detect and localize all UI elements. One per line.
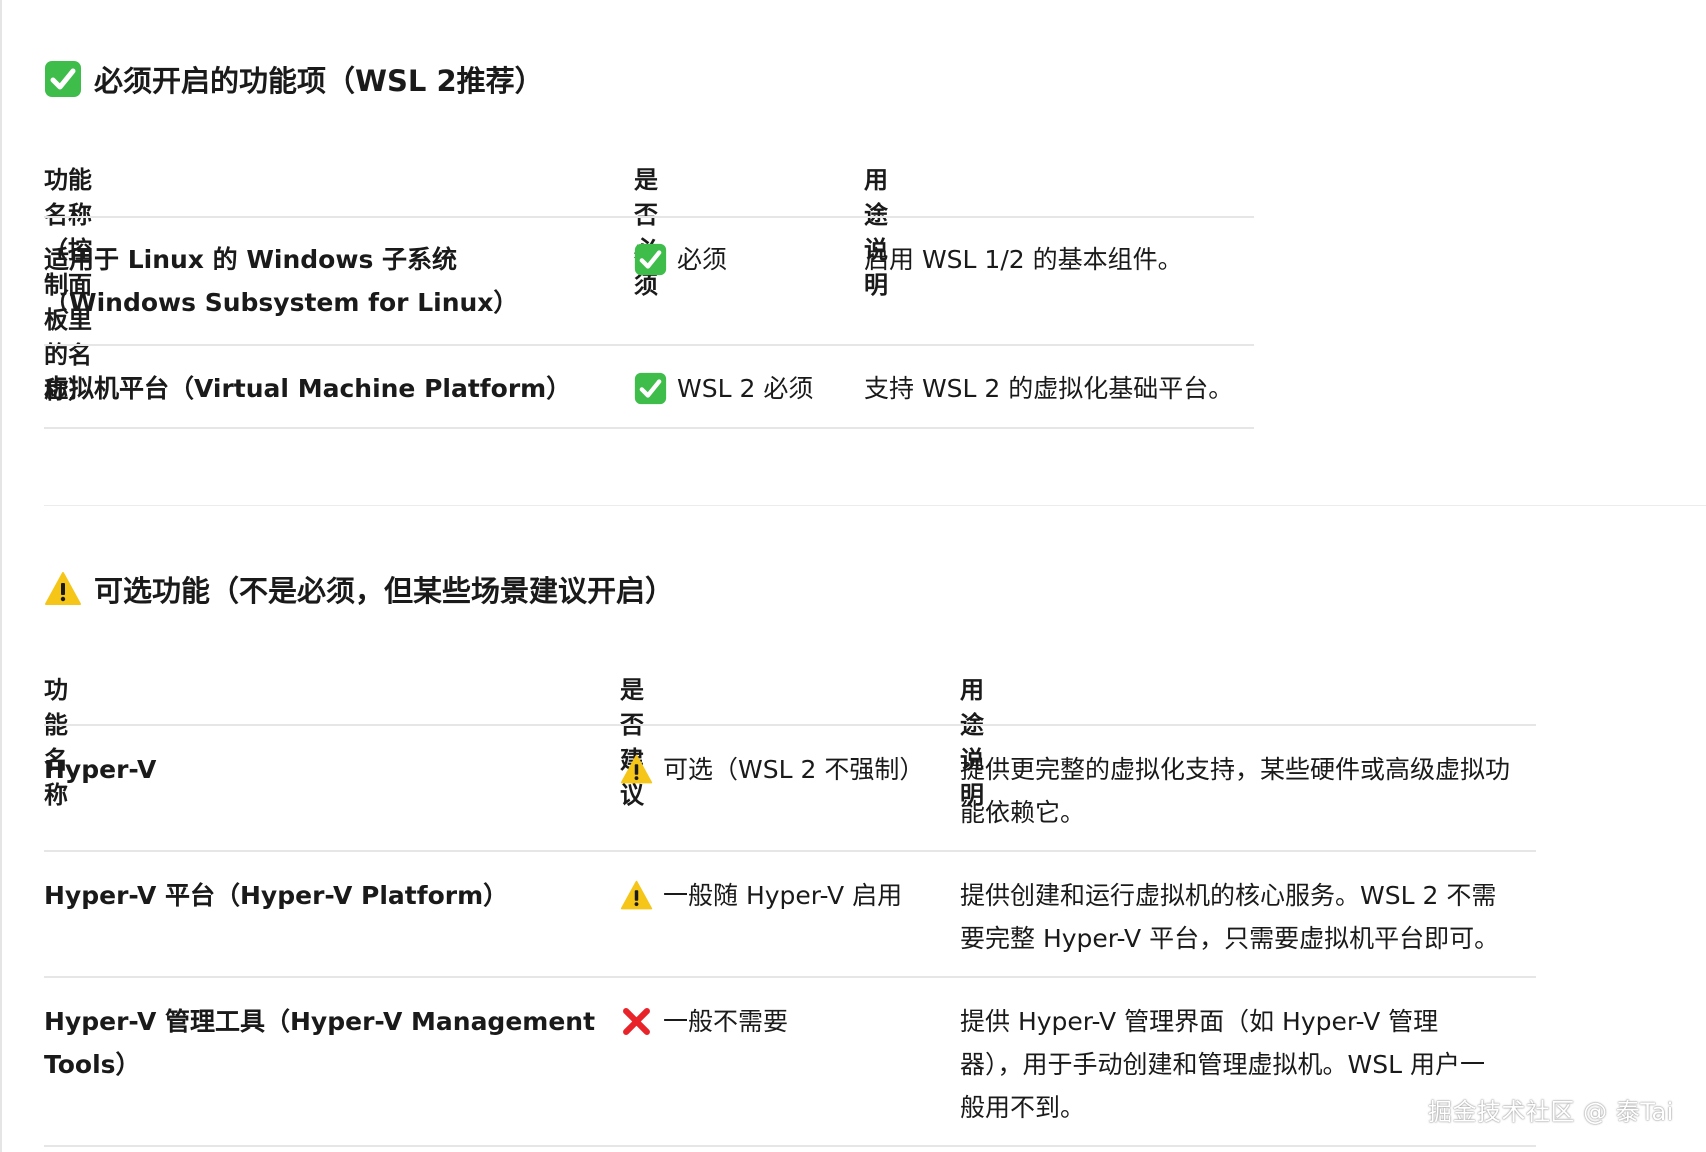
- warning-icon: [45, 572, 81, 605]
- section-title: 必须开启的功能项（WSL 2推荐）: [94, 64, 544, 98]
- row-rule: [44, 344, 1254, 346]
- section-heading-required: 必须开启的功能项（WSL 2推荐）: [44, 58, 544, 100]
- row-rule: [44, 976, 1536, 978]
- feature-description: 启用 WSL 1/2 的基本组件。: [864, 245, 1183, 274]
- status-required: 必须: [634, 238, 844, 281]
- left-border: [0, 0, 2, 1152]
- feature-description: 支持 WSL 2 的虚拟化基础平台。: [864, 374, 1234, 403]
- check-icon: [634, 243, 667, 276]
- check-icon: [45, 61, 81, 97]
- status-label: 必须: [677, 245, 728, 274]
- row-rule: [44, 850, 1536, 852]
- warning-icon: [620, 880, 653, 910]
- status-optional: 一般随 Hyper-V 启用: [620, 874, 940, 917]
- row-rule: [44, 1145, 1536, 1147]
- feature-name-wsl: 适用于 Linux 的 Windows 子系统（Windows Subsyste…: [44, 245, 519, 317]
- status-label: 一般随 Hyper-V 启用: [663, 881, 903, 910]
- row-rule: [44, 427, 1254, 429]
- status-required: WSL 2 必须: [634, 367, 859, 410]
- header-rule: [44, 724, 1536, 726]
- feature-description: 提供 Hyper-V 管理界面（如 Hyper-V 管理器），用于手动创建和管理…: [960, 1007, 1485, 1122]
- status-optional: 可选（WSL 2 不强制）: [620, 748, 940, 791]
- feature-description: 提供创建和运行虚拟机的核心服务。WSL 2 不需要完整 Hyper-V 平台，只…: [960, 881, 1500, 953]
- feature-name-hyperv: Hyper-V: [44, 755, 157, 784]
- status-label: 可选（WSL 2 不强制）: [663, 755, 925, 784]
- feature-name-hyperv-tools: Hyper-V 管理工具（Hyper-V Management Tools）: [44, 1007, 596, 1079]
- status-label: 一般不需要: [663, 1007, 789, 1036]
- document-page: 必须开启的功能项（WSL 2推荐） 功能名称（控制面板里的名称） 是否必须 用途…: [0, 0, 1706, 1152]
- section-heading-optional: 可选功能（不是必须，但某些场景建议开启）: [44, 568, 674, 610]
- header-rule: [44, 216, 1254, 218]
- feature-name-hyperv-platform: Hyper-V 平台（Hyper-V Platform）: [44, 881, 509, 910]
- warning-icon: [620, 754, 653, 784]
- status-label: WSL 2 必须: [677, 374, 814, 403]
- status-not-needed: 一般不需要: [620, 1000, 940, 1043]
- feature-description: 提供更完整的虚拟化支持，某些硬件或高级虚拟功能依赖它。: [960, 755, 1511, 827]
- check-icon: [634, 372, 667, 405]
- section-title: 可选功能（不是必须，但某些场景建议开启）: [94, 574, 675, 608]
- watermark: 掘金技术社区 @ 泰Tai: [1428, 1098, 1674, 1126]
- feature-name-vmp: 虚拟机平台（Virtual Machine Platform）: [44, 374, 572, 403]
- section-divider: [44, 505, 1706, 506]
- cross-icon: [623, 1008, 650, 1035]
